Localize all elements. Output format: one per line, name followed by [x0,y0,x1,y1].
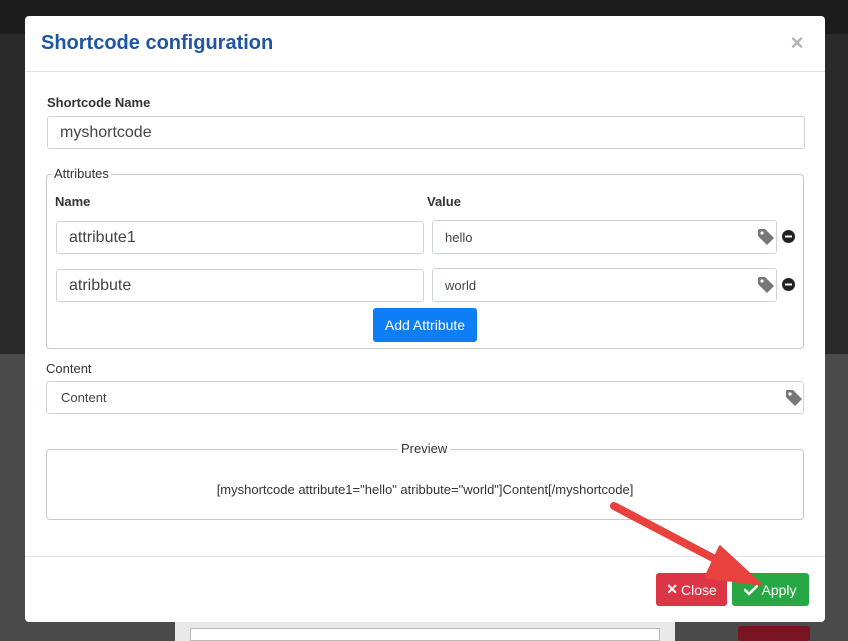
annotation-arrow-icon [610,502,762,586]
